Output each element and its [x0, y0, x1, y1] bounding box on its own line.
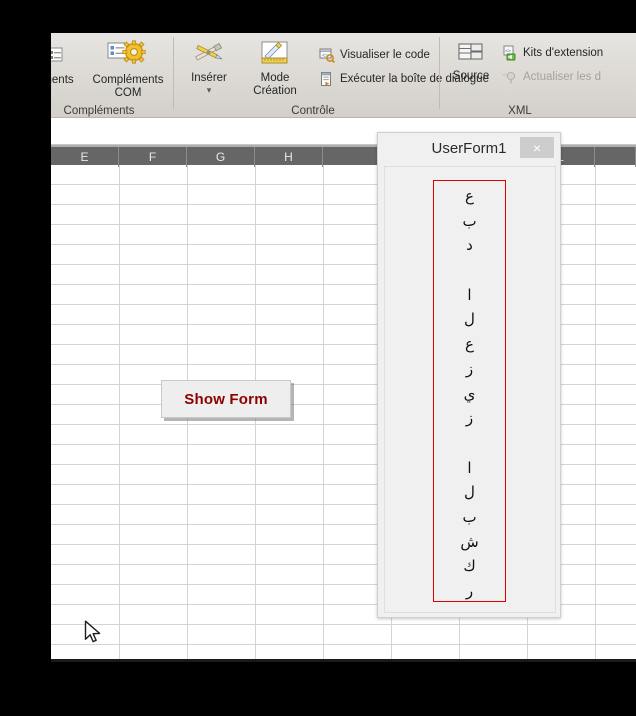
textbox-line: ع: [465, 335, 474, 354]
com-addins-gear-icon: [105, 39, 151, 69]
textbox-line: ك: [463, 557, 476, 576]
grid-row-divider: [51, 624, 636, 625]
textbox-line: ا: [467, 458, 472, 477]
grid-bottom-edge: [51, 659, 636, 662]
textbox-line: [434, 431, 505, 456]
close-icon[interactable]: ×: [520, 137, 554, 158]
ribbon-group-xml: Source <> Kits d'extension <> Actualiser…: [440, 33, 636, 118]
textbox-line: ا: [467, 285, 472, 304]
grid-row-divider: [51, 644, 636, 645]
ribbon-button-complements-com-label-line2: COM: [114, 87, 142, 99]
userform-body: ع ب د ا ل ع ز ي ز ا ل ب ش ك ر: [384, 166, 556, 613]
ribbon-button-complements-com[interactable]: Compléments COM: [83, 39, 173, 100]
textbox-line: ر: [465, 582, 474, 600]
userform-dialog[interactable]: UserForm1 × ع ب د ا ل ع ز ي ز ا ل ب ش ك …: [377, 132, 561, 618]
textbox-line: د: [466, 236, 473, 255]
grid-column-divider: [595, 165, 596, 662]
ribbon-button-source[interactable]: Source: [444, 41, 498, 83]
show-form-button-label: Show Form: [184, 390, 268, 408]
textbox-line: ز: [465, 409, 474, 428]
ribbon-button-mode-creation-label-line1: Mode: [260, 72, 290, 84]
ribbon-button-kits-extension-label: Kits d'extension: [523, 47, 604, 59]
column-header-h[interactable]: H: [255, 147, 323, 167]
ribbon-button-inserer[interactable]: Insérer ▾: [180, 39, 238, 95]
textbox-line: [434, 258, 505, 283]
refresh-data-icon: <>: [502, 69, 518, 85]
grid-column-divider: [323, 165, 324, 662]
ribbon-button-inserer-dropdown-arrow[interactable]: ▾: [180, 85, 238, 95]
ribbon-button-mode-creation[interactable]: Mode Création: [240, 39, 310, 98]
ribbon: ments: [51, 33, 636, 118]
textbox-line: ز: [465, 359, 474, 378]
ribbon-group-controles-label: Contrôle: [291, 105, 335, 117]
ribbon-group-xml-label: XML: [508, 105, 532, 117]
textbox-line: ل: [464, 483, 475, 502]
textbox-line: ي: [463, 384, 476, 403]
grid-column-divider: [119, 165, 120, 662]
column-header-f[interactable]: F: [119, 147, 187, 167]
ribbon-button-visualiser-le-code-label: Visualiser le code: [340, 49, 430, 61]
column-header-e[interactable]: E: [51, 147, 119, 167]
addins-icon: [51, 43, 71, 69]
ribbon-button-actualiser-donnees: <> Actualiser les d: [502, 69, 601, 85]
textbox-line: ب: [462, 211, 477, 230]
arrow-pointer-icon: [84, 620, 104, 646]
show-form-button[interactable]: Show Form: [161, 380, 291, 418]
textbox-line: ب: [462, 507, 477, 526]
ribbon-button-actualiser-donnees-label: Actualiser les d: [523, 71, 601, 83]
run-dialog-icon: [319, 71, 335, 87]
ribbon-button-inserer-label-line1: Insérer: [191, 72, 227, 84]
textbox-line: ش: [460, 532, 479, 551]
ribbon-group-complements: ments: [51, 33, 173, 118]
ribbon-group-complements-label: Compléments: [63, 105, 135, 117]
screen-root: ments: [0, 0, 636, 716]
ribbon-button-complements-com-label-line1: Compléments: [92, 74, 164, 86]
ribbon-button-mode-creation-label-line2: Création: [253, 85, 297, 97]
column-header-m[interactable]: [595, 147, 636, 167]
ribbon-button-source-label: Source: [452, 70, 490, 82]
userform-textbox[interactable]: ع ب د ا ل ع ز ي ز ا ل ب ش ك ر: [433, 180, 506, 602]
userform-title-bar[interactable]: UserForm1 ×: [378, 133, 560, 164]
textbox-line: ع: [465, 187, 474, 205]
expansion-packs-icon: <>: [502, 45, 518, 61]
ribbon-button-kits-extension[interactable]: <> Kits d'extension: [502, 45, 603, 61]
ribbon-group-controles: Insérer ▾ Mode Création <> Visualiser le…: [174, 33, 489, 118]
design-mode-icon: [256, 39, 294, 67]
excel-window: ments: [51, 33, 636, 662]
ribbon-button-visualiser-le-code[interactable]: <> Visualiser le code: [319, 47, 430, 64]
xml-source-icon: [455, 41, 487, 65]
close-icon-glyph: ×: [532, 139, 542, 156]
column-header-g[interactable]: G: [187, 147, 255, 167]
insert-controls-icon: [192, 39, 226, 67]
view-code-icon: <>: [319, 47, 336, 64]
textbox-line: ل: [464, 310, 475, 329]
